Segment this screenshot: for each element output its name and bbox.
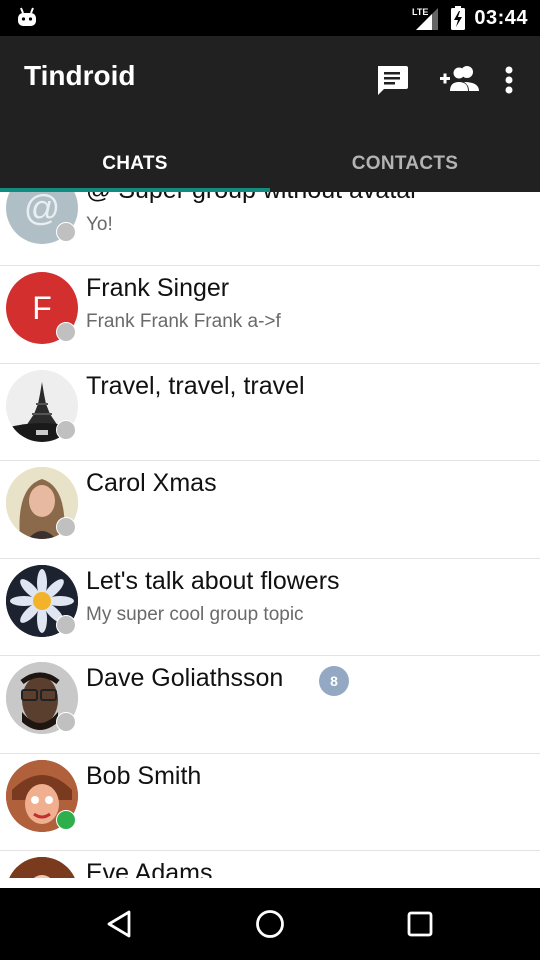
chat-item[interactable]: F Frank Singer Frank Frank Frank a->f <box>0 266 540 364</box>
app-title: Tindroid <box>24 60 136 91</box>
tab-chats[interactable]: CHATS <box>0 136 270 192</box>
android-icon <box>18 7 36 26</box>
chat-name: Frank Singer <box>86 274 230 302</box>
more-vert-icon <box>505 66 513 94</box>
back-icon <box>107 910 131 938</box>
status-bar: LTE 03:44 <box>0 0 540 36</box>
chat-subtitle: Yo! <box>86 214 113 235</box>
chat-item[interactable]: Travel, travel, travel <box>0 364 540 461</box>
presence-offline-indicator <box>56 222 76 242</box>
presence-offline-indicator <box>56 322 76 342</box>
avatar-letter: F <box>32 289 52 326</box>
chat-item[interactable]: Carol Xmas <box>0 461 540 559</box>
eve-photo <box>6 857 78 878</box>
unread-count-badge: 8 <box>319 666 349 696</box>
presence-offline-indicator <box>56 614 76 635</box>
navigation-bar <box>0 888 540 960</box>
clock: 03:44 <box>474 6 528 29</box>
chat-name: Travel, travel, travel <box>86 371 305 400</box>
presence-online-indicator <box>56 809 76 830</box>
chat-name: Carol Xmas <box>86 469 217 497</box>
add-contact-button[interactable] <box>426 58 494 102</box>
presence-offline-indicator <box>56 712 76 732</box>
tab-bar: CHATS CONTACTS <box>0 136 540 192</box>
chat-item[interactable]: Dave Goliathsson 8 <box>0 656 540 754</box>
battery-charging-icon <box>451 6 466 30</box>
chat-subtitle: Frank Frank Frank a->f <box>86 311 281 332</box>
presence-offline-indicator <box>56 517 76 537</box>
chat-subtitle: My super cool group topic <box>86 603 304 625</box>
chat-name: @ Super group without avatar <box>86 192 419 205</box>
recents-icon <box>407 911 433 937</box>
chat-item[interactable]: Let's talk about flowers My super cool g… <box>0 559 540 656</box>
back-button[interactable] <box>45 888 195 960</box>
more-options-button[interactable] <box>494 58 524 102</box>
chat-name: Bob Smith <box>86 761 202 790</box>
chat-name: Dave Goliathsson <box>86 664 284 692</box>
home-button[interactable] <box>195 888 345 960</box>
app-bar: Tindroid CHATS CONTACTS <box>0 36 540 192</box>
add-group-icon <box>440 66 479 91</box>
home-icon <box>256 910 284 938</box>
chat-item[interactable]: Eve Adams <box>0 851 540 878</box>
network-type: LTE <box>412 7 428 17</box>
chat-name: Eve Adams <box>86 859 213 878</box>
chat-item[interactable]: Bob Smith <box>0 754 540 851</box>
chat-list[interactable]: @ @ Super group without avatar Yo! F Fra… <box>0 192 540 878</box>
chat-name: Let's talk about flowers <box>86 566 340 595</box>
new-chat-button[interactable] <box>358 58 426 102</box>
recents-button[interactable] <box>345 888 495 960</box>
presence-offline-indicator <box>56 419 76 440</box>
tab-contacts[interactable]: CONTACTS <box>270 136 540 192</box>
lte-signal-icon: LTE <box>412 7 439 30</box>
avatar <box>6 857 78 878</box>
chat-icon <box>378 66 408 95</box>
chat-item[interactable]: @ @ Super group without avatar Yo! <box>0 192 540 266</box>
svg-text:@: @ <box>24 192 61 228</box>
